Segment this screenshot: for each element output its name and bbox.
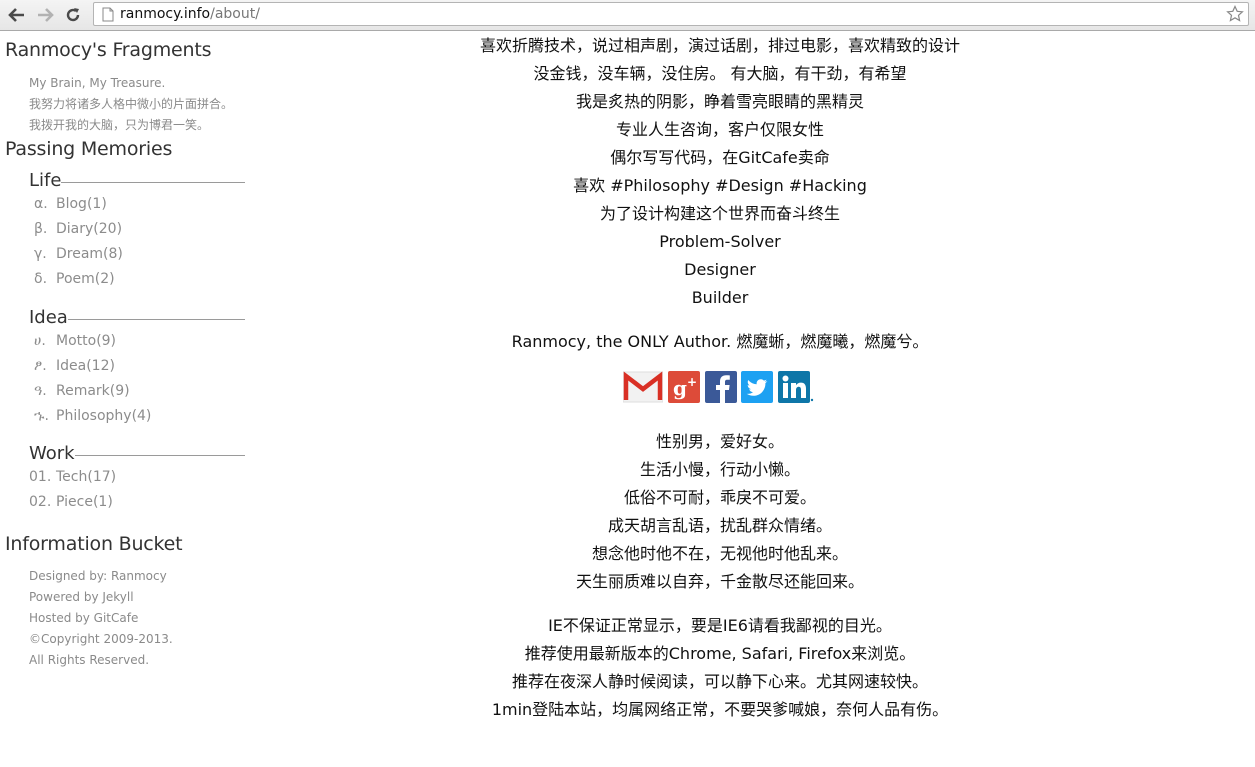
sidebar-item-label: Poem(2)	[56, 271, 115, 287]
bullet: 01.	[29, 469, 52, 485]
tagline: My Brain, My Treasure.	[29, 76, 166, 90]
sidebar-item-label: Blog(1)	[56, 196, 107, 212]
personal-line: 天生丽质难以自弃，千金散尽还能回来。	[575, 572, 864, 591]
browser-toolbar: ranmocy.info/about/	[0, 0, 1255, 31]
back-button[interactable]	[6, 5, 28, 25]
site-title[interactable]: Ranmocy's Fragments	[5, 39, 212, 61]
sidebar-item-motto[interactable]: ሀ. Motto(9)	[29, 331, 116, 351]
bullet: α.	[34, 196, 48, 212]
personal-line: 生活小慢，行动小懒。	[639, 460, 800, 479]
sidebar-item-remark[interactable]: ዓ. Remark(9)	[29, 381, 130, 401]
twitter-icon[interactable]	[741, 371, 775, 403]
sidebar-item-label: Dream(8)	[56, 246, 123, 262]
personal-line: 低俗不可耐，乖戾不可爱。	[623, 488, 816, 507]
personal-line: 成天胡言乱语，扰乱群众情绪。	[607, 516, 832, 535]
bullet: δ.	[34, 271, 48, 287]
intro-line: 专业人生咨询，客户仅限女性	[615, 120, 824, 139]
sidebar-item-label: Diary(20)	[56, 221, 123, 237]
sidebar-item-poem[interactable]: δ. Poem(2)	[29, 269, 115, 289]
footer-hosted-by: Hosted by GitCafe	[29, 611, 139, 625]
sidebar-item-philosophy[interactable]: ኁ. Philosophy(4)	[29, 406, 151, 426]
facebook-icon[interactable]	[705, 371, 739, 403]
url-text: ranmocy.info/about/	[120, 5, 260, 23]
intro-line: Designer	[684, 260, 756, 279]
bookmark-star-icon[interactable]	[1226, 5, 1244, 23]
sidebar-item-label: Piece(1)	[56, 494, 113, 510]
forward-arrow-icon	[38, 8, 54, 22]
intro-line: 我是炙热的阴影，睁着雪亮眼睛的黑精灵	[575, 92, 864, 111]
category-label: Idea	[29, 307, 68, 329]
footer-rights: All Rights Reserved.	[29, 653, 150, 667]
category-idea: Idea	[29, 307, 245, 329]
category-label: Work	[29, 443, 75, 465]
sidebar-item-diary[interactable]: β. Diary(20)	[29, 219, 122, 239]
sidebar-item-tech[interactable]: 01. Tech(17)	[29, 467, 116, 487]
sidebar-item-label: Tech(17)	[56, 469, 117, 485]
bucket-title: Information Bucket	[5, 533, 183, 555]
notice-line: IE不保证正常显示，要是IE6请看我鄙视的目光。	[548, 616, 892, 635]
intro-line: 为了设计构建这个世界而奋斗终生	[599, 204, 840, 223]
sidebar-item-label: Motto(9)	[56, 333, 117, 349]
bullet: ሀ.	[34, 333, 46, 349]
memories-title: Passing Memories	[5, 138, 173, 160]
bullet: 02.	[29, 494, 52, 510]
social-links: g +	[623, 371, 823, 403]
footer-designed-by: Designed by: Ranmocy	[29, 569, 167, 583]
url-path: /about/	[210, 6, 260, 22]
google-plus-icon[interactable]: g +	[668, 371, 702, 403]
gmail-icon[interactable]	[623, 371, 663, 403]
bullet: γ.	[34, 246, 47, 262]
back-arrow-icon	[8, 8, 24, 22]
notice-line: 1min登陆本站，均属网络正常，不要哭爹喊娘，奈何人品有伤。	[491, 700, 949, 719]
sidebar-item-blog[interactable]: α. Blog(1)	[29, 194, 107, 214]
category-label: Life	[29, 170, 62, 192]
sidebar-item-dream[interactable]: γ. Dream(8)	[29, 244, 123, 264]
reload-icon	[66, 8, 80, 22]
sidebar-item-idea[interactable]: ፆ. Idea(12)	[29, 356, 115, 376]
linkedin-icon[interactable]	[778, 371, 814, 403]
personal-line: 性别男，爱好女。	[655, 432, 784, 451]
sidebar-item-label: Remark(9)	[56, 383, 130, 399]
tagline: 我努力将诸多人格中微小的片面拼合。	[29, 97, 234, 111]
intro-line: 偶尔写写代码，在GitCafe卖命	[610, 148, 830, 167]
sidebar-item-label: Philosophy(4)	[56, 408, 152, 424]
personal-line: 想念他时他不在，无视他时他乱来。	[591, 544, 848, 563]
tagline: 我拨开我的大脑，只为博君一笑。	[29, 118, 210, 132]
page-icon	[102, 7, 114, 22]
address-bar[interactable]: ranmocy.info/about/	[93, 2, 1249, 26]
forward-button[interactable]	[34, 5, 56, 25]
sidebar-item-piece[interactable]: 02. Piece(1)	[29, 492, 113, 512]
category-life: Life	[29, 170, 245, 192]
notice-line: 推荐使用最新版本的Chrome, Safari, Firefox来浏览。	[524, 644, 916, 663]
bullet: ፆ.	[34, 358, 47, 374]
footer-powered-by: Powered by Jekyll	[29, 590, 134, 604]
intro-line: Builder	[691, 288, 749, 307]
intro-line: Problem-Solver	[659, 232, 781, 251]
bullet: ዓ.	[34, 383, 47, 399]
category-work: Work	[29, 443, 245, 465]
bullet: β.	[34, 221, 48, 237]
author-line: Ranmocy, the ONLY Author. 燃魔蜥，燃魔曦，燃魔兮。	[511, 332, 929, 351]
intro-line: 喜欢折腾技术，说过相声剧，演过话剧，排过电影，喜欢精致的设计	[479, 36, 960, 55]
intro-line: 没金钱，没车辆，没住房。 有大脑，有干劲，有希望	[533, 64, 907, 83]
sidebar-item-label: Idea(12)	[56, 358, 115, 374]
sidebar: Ranmocy's Fragments My Brain, My Treasur…	[0, 31, 250, 767]
footer-copyright: ©Copyright 2009-2013.	[29, 632, 173, 646]
notice-line: 推荐在夜深人静时候阅读，可以静下心来。尤其网速较快。	[511, 672, 928, 691]
svg-text:+: +	[687, 375, 697, 389]
intro-line: 喜欢 #Philosophy #Design #Hacking	[573, 176, 867, 195]
reload-button[interactable]	[62, 5, 84, 25]
url-host: ranmocy.info	[120, 6, 211, 22]
svg-text:g: g	[673, 376, 687, 400]
bullet: ኁ.	[34, 408, 49, 424]
